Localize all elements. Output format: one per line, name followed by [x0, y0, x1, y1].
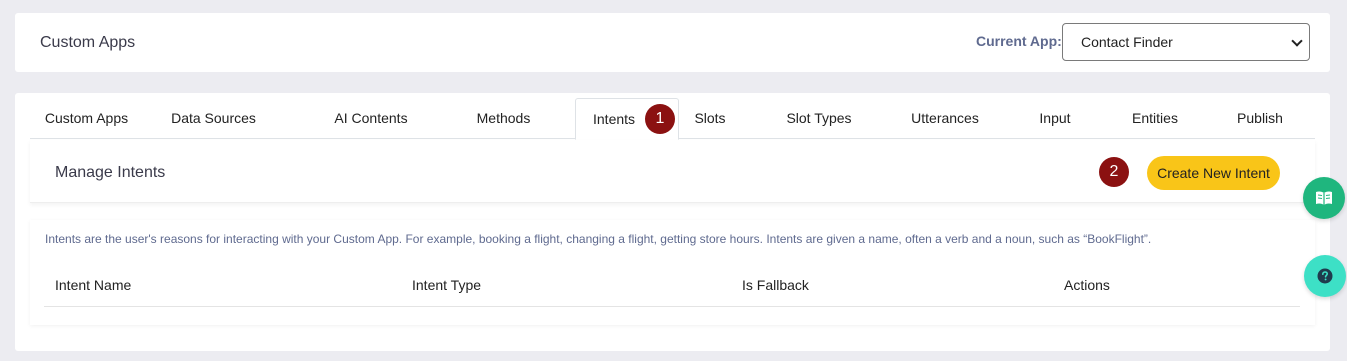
tab-publish[interactable]: Publish	[1227, 98, 1293, 139]
column-header-is-fallback: Is Fallback	[742, 277, 809, 293]
help-button[interactable]	[1304, 255, 1346, 297]
docs-button[interactable]	[1303, 177, 1345, 219]
current-app-label: Current App:	[976, 33, 1062, 49]
tab-input[interactable]: Input	[1032, 98, 1078, 139]
column-header-actions: Actions	[1064, 277, 1110, 293]
section-title: Manage Intents	[55, 164, 166, 181]
tab-intents-label: Intents	[593, 111, 636, 127]
manage-intents-panel: Manage Intents 2 Create New Intent	[30, 140, 1315, 203]
current-app-select[interactable]: Contact Finder	[1062, 23, 1310, 61]
create-new-intent-button[interactable]: Create New Intent	[1147, 156, 1280, 190]
column-header-intent-name: Intent Name	[55, 277, 132, 293]
tab-slots[interactable]: Slots	[684, 98, 736, 139]
tab-utterances[interactable]: Utterances	[898, 98, 992, 139]
chevron-down-icon	[1291, 35, 1303, 47]
tab-ai-contents[interactable]: AI Contents	[321, 98, 421, 139]
tab-methods[interactable]: Methods	[466, 98, 541, 139]
tab-custom-apps[interactable]: Custom Apps	[30, 98, 143, 139]
intents-content-panel: Intents are the user's reasons for inter…	[30, 220, 1315, 325]
main-card: Custom Apps Data Sources AI Contents Met…	[15, 93, 1330, 351]
tab-entities[interactable]: Entities	[1122, 98, 1188, 139]
column-header-intent-type: Intent Type	[412, 277, 482, 293]
step-marker-1: 1	[645, 104, 675, 134]
tab-bar: Custom Apps Data Sources AI Contents Met…	[30, 98, 1315, 140]
table-divider	[44, 306, 1300, 307]
book-open-icon	[1316, 191, 1332, 205]
question-circle-icon	[1317, 268, 1333, 284]
page-title: Custom Apps	[40, 34, 136, 51]
tab-slot-types[interactable]: Slot Types	[774, 98, 864, 139]
tab-data-sources[interactable]: Data Sources	[157, 98, 270, 139]
step-marker-2: 2	[1099, 157, 1129, 187]
intents-description: Intents are the user's reasons for inter…	[45, 232, 1152, 246]
header-card: Custom Apps Current App: Contact Finder	[15, 13, 1330, 72]
current-app-value: Contact Finder	[1081, 34, 1173, 50]
